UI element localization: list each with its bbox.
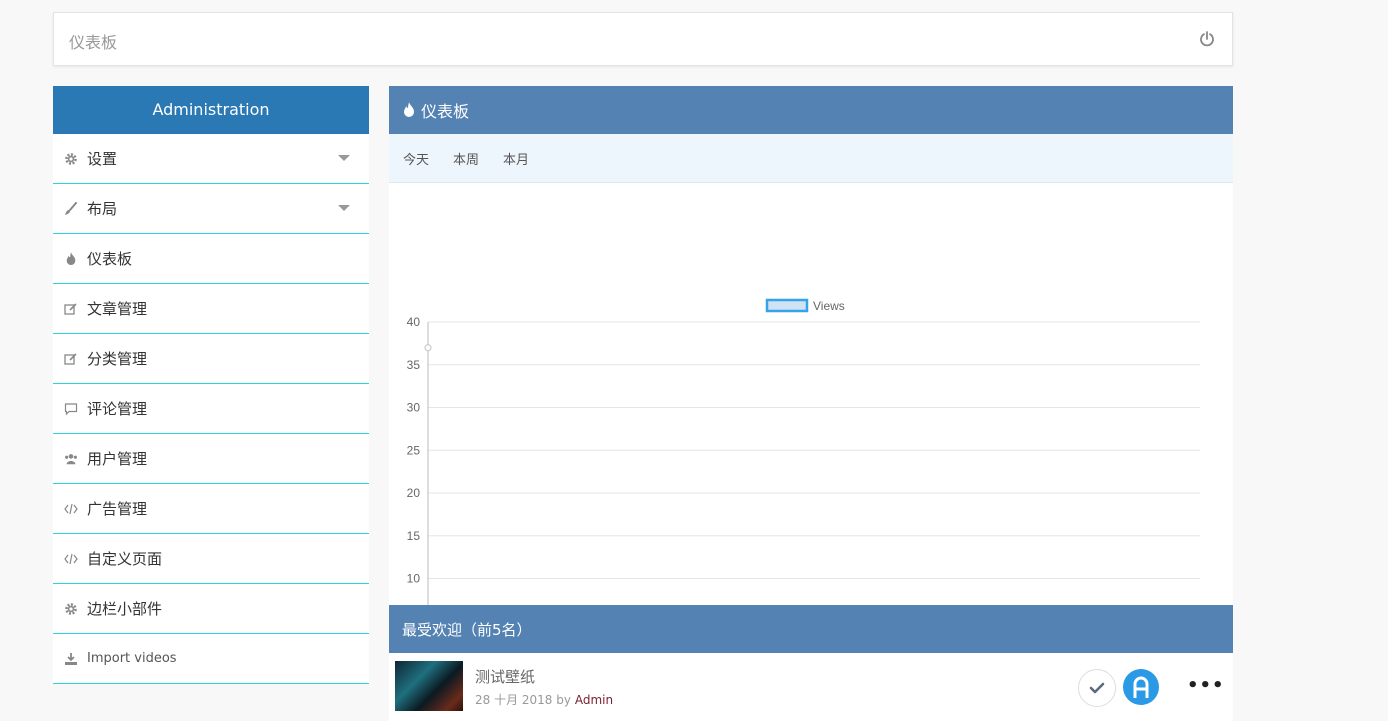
views-chart: 05101520253035402018-10-28Views	[389, 183, 1233, 605]
sidebar-title: Administration	[53, 86, 369, 134]
gear-icon	[64, 152, 78, 166]
sidebar-item[interactable]: 用户管理	[53, 434, 369, 484]
dashboard-header: 仪表板	[389, 86, 1233, 134]
range-tabs: 今天 本周 本月	[389, 134, 1233, 183]
post-title[interactable]: 测试壁纸	[475, 666, 535, 687]
y-tick-label: 40	[407, 315, 421, 329]
comment-icon	[64, 402, 78, 416]
gear-icon	[64, 602, 78, 616]
main-content: 仪表板 今天 本周 本月 05101520253035402018-10-28V…	[389, 86, 1233, 721]
top-bar: 仪表板	[53, 12, 1233, 66]
tab-this-month[interactable]: 本月	[503, 149, 529, 168]
post-author[interactable]: Admin	[575, 693, 613, 707]
dashboard-title: 仪表板	[421, 102, 470, 121]
download-icon	[64, 652, 78, 666]
sidebar-item[interactable]: 评论管理	[53, 384, 369, 434]
sidebar-item[interactable]: Import videos	[53, 634, 369, 684]
post-date: 28 十月 2018	[475, 693, 553, 707]
page-title: 仪表板	[69, 33, 118, 52]
popular-header: 最受欢迎（前5名）	[389, 605, 1233, 653]
sidebar: Administration 设置布局仪表板文章管理分类管理评论管理用户管理广告…	[53, 86, 369, 684]
users-icon	[64, 452, 78, 466]
brush-icon	[64, 201, 78, 216]
post-meta: 28 十月 2018 by Admin	[475, 691, 613, 708]
tab-this-week[interactable]: 本周	[453, 149, 479, 168]
sidebar-item[interactable]: 分类管理	[53, 334, 369, 384]
sidebar-item[interactable]: 边栏小部件	[53, 584, 369, 634]
chart-svg: 05101520253035402018-10-28Views	[407, 298, 1200, 605]
chevron-down-icon[interactable]	[338, 205, 350, 211]
check-icon	[1089, 682, 1105, 694]
more-icon[interactable]: •••	[1187, 675, 1225, 696]
code-icon	[64, 502, 78, 516]
fire-icon	[404, 102, 414, 117]
edit-icon	[64, 352, 78, 366]
sidebar-item[interactable]: 自定义页面	[53, 534, 369, 584]
y-tick-label: 25	[407, 443, 421, 457]
tab-today[interactable]: 今天	[403, 149, 429, 168]
y-tick-label: 35	[407, 358, 421, 372]
sidebar-item-label: 用户管理	[87, 450, 148, 468]
sidebar-item-label: 分类管理	[87, 350, 148, 368]
approve-button[interactable]	[1078, 669, 1116, 707]
sidebar-item[interactable]: 布局	[53, 184, 369, 234]
y-tick-label: 20	[407, 486, 421, 500]
sidebar-item-label: 评论管理	[87, 400, 148, 418]
post-thumbnail[interactable]	[395, 661, 463, 711]
power-icon[interactable]	[1198, 30, 1216, 48]
sidebar-item-label: 边栏小部件	[87, 600, 163, 618]
sidebar-item[interactable]: 设置	[53, 134, 369, 184]
sidebar-item-label: 广告管理	[87, 500, 148, 518]
popular-item[interactable]: 测试壁纸 28 十月 2018 by Admin •••	[389, 653, 1233, 721]
edit-icon	[64, 302, 78, 316]
sidebar-item-label: 仪表板	[87, 250, 133, 268]
sidebar-item[interactable]: 文章管理	[53, 284, 369, 334]
fire-icon	[64, 251, 78, 266]
sidebar-item-label: 设置	[87, 150, 118, 168]
data-point	[424, 344, 432, 352]
chevron-down-icon[interactable]	[338, 155, 350, 161]
post-by: by	[556, 693, 571, 707]
y-tick-label: 30	[407, 401, 421, 415]
code-icon	[64, 552, 78, 566]
sidebar-item-label: 布局	[87, 200, 118, 218]
sidebar-item-label: 文章管理	[87, 300, 148, 318]
y-tick-label: 15	[407, 529, 421, 543]
legend-label: Views	[813, 299, 845, 313]
sidebar-item[interactable]: 仪表板	[53, 234, 369, 284]
site-logo-icon[interactable]	[1123, 669, 1159, 705]
y-tick-label: 10	[407, 572, 421, 586]
sidebar-item-label: Import videos	[87, 651, 177, 666]
sidebar-item[interactable]: 广告管理	[53, 484, 369, 534]
sidebar-item-label: 自定义页面	[87, 550, 163, 568]
legend-swatch	[765, 298, 809, 313]
